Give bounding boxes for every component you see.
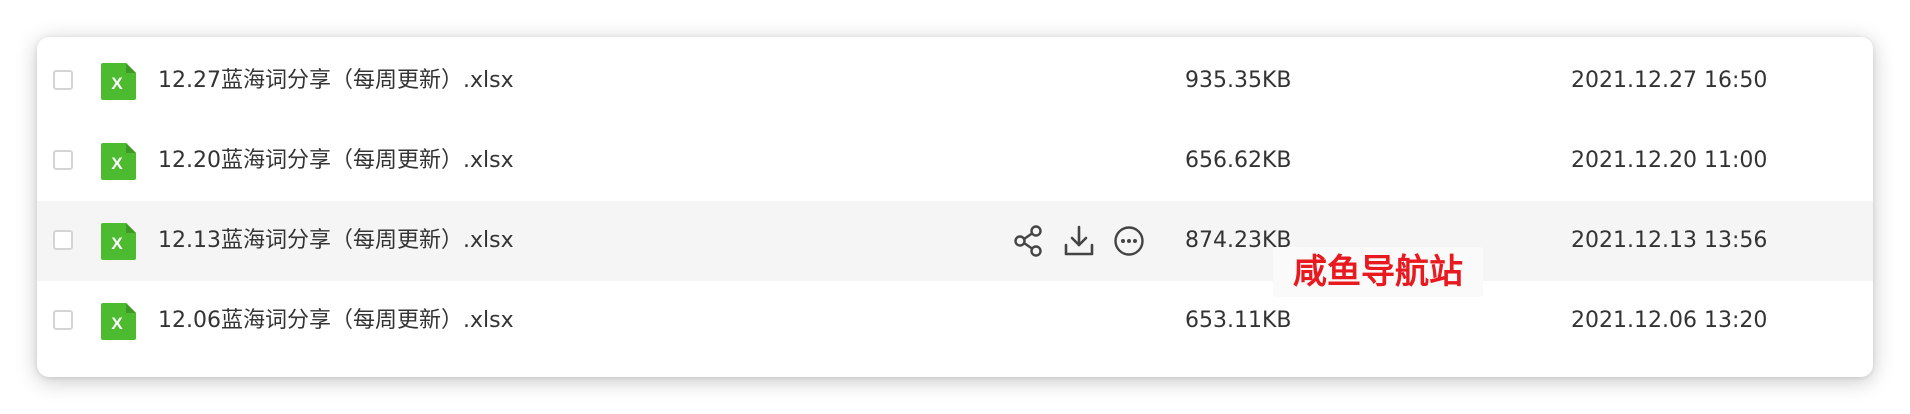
download-icon[interactable] — [1061, 223, 1097, 259]
watermark-label: 咸鱼导航站 — [1273, 247, 1483, 297]
more-icon[interactable] — [1111, 223, 1147, 259]
file-list-screen: X 12.27蓝海词分享（每周更新）.xlsx 935.35KB 2021.12… — [0, 0, 1910, 414]
file-date: 2021.12.13 13:56 — [1571, 228, 1768, 253]
file-name[interactable]: 12.13蓝海词分享（每周更新）.xlsx — [158, 201, 514, 281]
file-name[interactable]: 12.27蓝海词分享（每周更新）.xlsx — [158, 41, 514, 121]
excel-file-icon: X — [101, 63, 136, 100]
row-checkbox[interactable] — [53, 230, 73, 250]
file-date: 2021.12.27 16:50 — [1571, 68, 1768, 93]
svg-text:X: X — [111, 154, 123, 173]
file-name[interactable]: 12.06蓝海词分享（每周更新）.xlsx — [158, 281, 514, 361]
file-name[interactable]: 12.20蓝海词分享（每周更新）.xlsx — [158, 121, 514, 201]
share-icon[interactable] — [1011, 223, 1047, 259]
row-checkbox[interactable] — [53, 70, 73, 90]
file-row[interactable]: X 12.27蓝海词分享（每周更新）.xlsx 935.35KB 2021.12… — [37, 41, 1873, 121]
file-date: 2021.12.20 11:00 — [1571, 148, 1768, 173]
row-checkbox[interactable] — [53, 150, 73, 170]
file-list-panel: X 12.27蓝海词分享（每周更新）.xlsx 935.35KB 2021.12… — [37, 37, 1873, 377]
excel-file-icon: X — [101, 303, 136, 340]
row-actions — [1011, 223, 1171, 259]
file-row[interactable]: X 12.20蓝海词分享（每周更新）.xlsx 656.62KB 2021.12… — [37, 121, 1873, 201]
svg-text:X: X — [111, 314, 123, 333]
row-checkbox[interactable] — [53, 310, 73, 330]
svg-text:X: X — [111, 74, 123, 93]
file-row[interactable]: X 12.06蓝海词分享（每周更新）.xlsx 653.11KB 2021.12… — [37, 281, 1873, 361]
file-row[interactable]: X 12.13蓝海词分享（每周更新）.xlsx 874.23KB 2021.12… — [37, 201, 1873, 281]
svg-text:X: X — [111, 234, 123, 253]
file-size: 935.35KB — [1185, 68, 1292, 93]
file-size: 656.62KB — [1185, 148, 1292, 173]
file-date: 2021.12.06 13:20 — [1571, 308, 1768, 333]
excel-file-icon: X — [101, 143, 136, 180]
excel-file-icon: X — [101, 223, 136, 260]
